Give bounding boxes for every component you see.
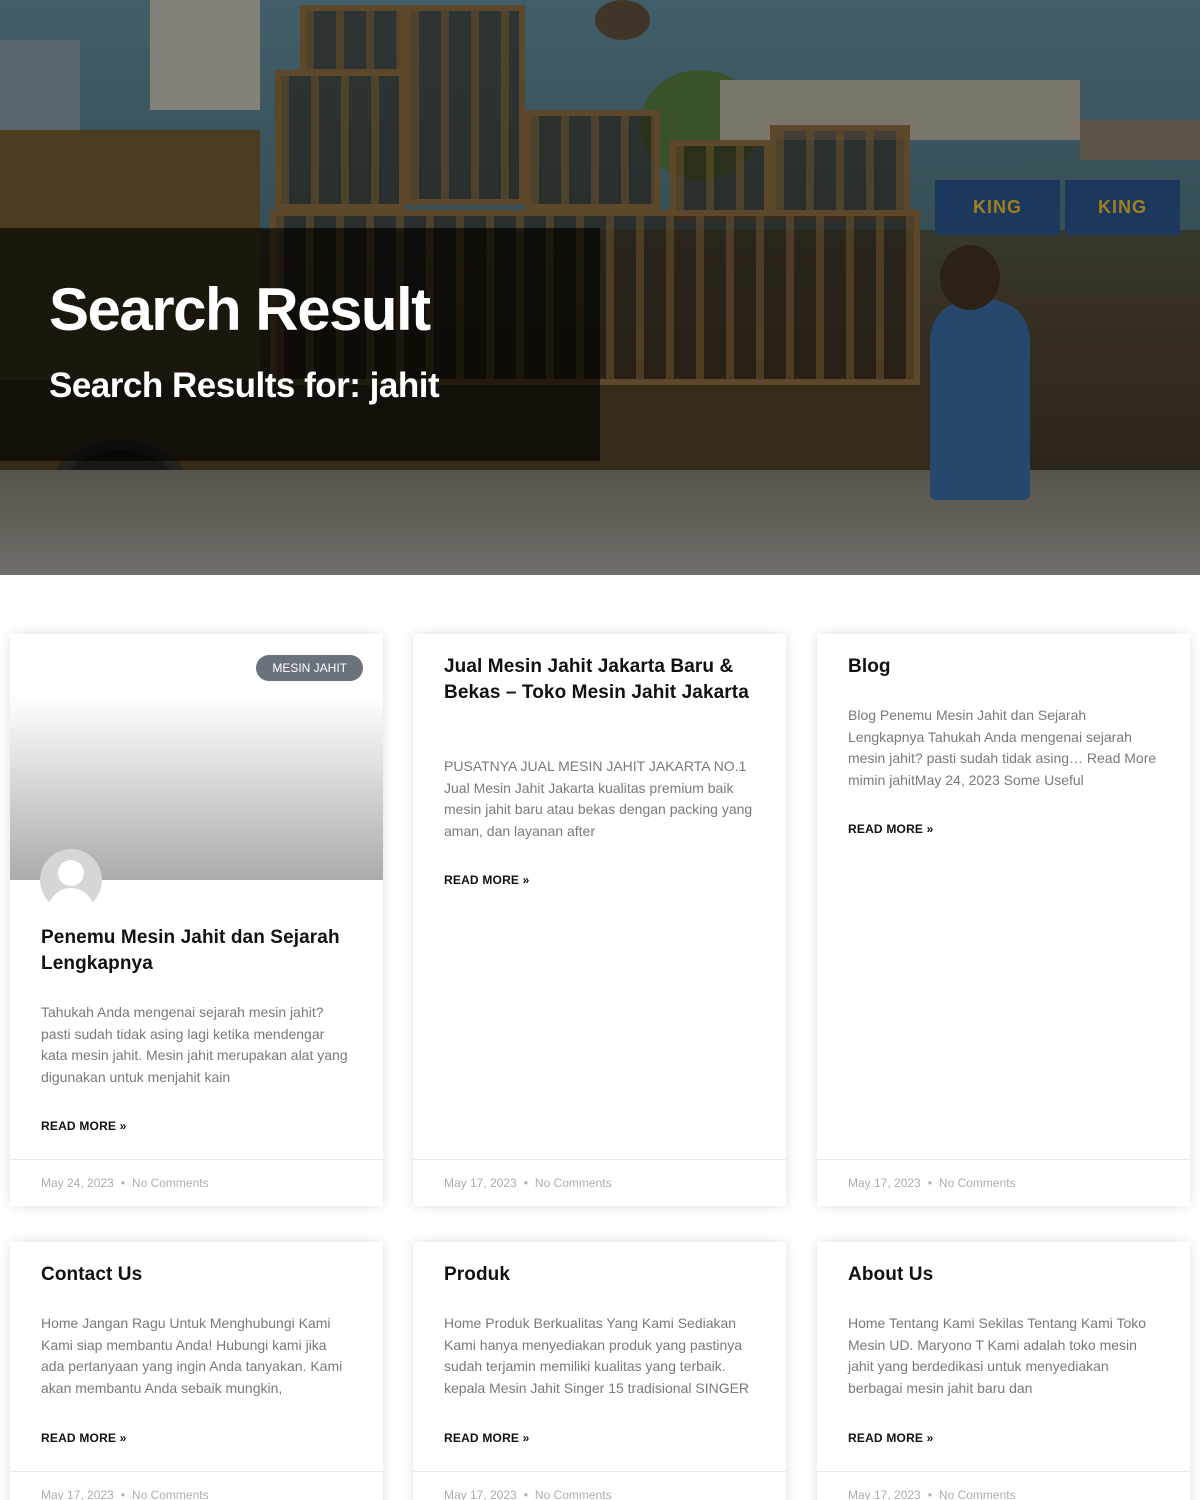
post-date: May 17, 2023: [848, 1176, 921, 1190]
post-excerpt: Tahukah Anda mengenai sejarah mesin jahi…: [41, 1004, 348, 1085]
post-card: Contact Us Home Jangan Ragu Untuk Menghu…: [10, 1242, 383, 1500]
meta-separator: •: [927, 1176, 932, 1190]
author-avatar: [40, 849, 102, 911]
post-card: Blog Blog Penemu Mesin Jahit dan Sejarah…: [817, 634, 1190, 1206]
post-title[interactable]: Produk: [444, 1262, 756, 1288]
post-comments: No Comments: [131, 1176, 209, 1190]
post-date: May 17, 2023: [848, 1488, 921, 1500]
post-meta: May 17, 2023 • No Comments: [10, 1471, 383, 1500]
post-title[interactable]: Penemu Mesin Jahit dan Sejarah Lengkapny…: [41, 925, 353, 977]
post-title[interactable]: Blog: [848, 654, 1160, 680]
avatar-body-icon: [48, 888, 94, 911]
category-badge[interactable]: MESIN JAHIT: [256, 655, 363, 681]
post-meta: May 24, 2023 • No Comments: [10, 1159, 383, 1206]
post-date: May 17, 2023: [41, 1488, 114, 1500]
post-comments: No Comments: [534, 1488, 612, 1500]
post-excerpt: Home Produk Berkualitas Yang Kami Sediak…: [444, 1315, 750, 1396]
hero-title-box: [0, 228, 600, 461]
post-meta: May 17, 2023 • No Comments: [817, 1159, 1190, 1206]
post-comments: No Comments: [938, 1176, 1016, 1190]
read-more-link[interactable]: READ MORE »: [41, 1431, 127, 1445]
post-title[interactable]: About Us: [848, 1262, 1160, 1288]
avatar-head-icon: [58, 860, 84, 886]
post-meta: May 17, 2023 • No Comments: [413, 1159, 786, 1206]
post-card: MESIN JAHIT Penemu Mesin Jahit dan Sejar…: [10, 634, 383, 1206]
search-query-heading: Search Results for: jahit: [49, 366, 440, 405]
post-date: May 17, 2023: [444, 1488, 517, 1500]
post-excerpt: Home Jangan Ragu Untuk Menghubungi Kami …: [41, 1315, 343, 1396]
post-title[interactable]: Jual Mesin Jahit Jakarta Baru & Bekas – …: [444, 654, 756, 706]
read-more-link[interactable]: READ MORE »: [41, 1119, 127, 1133]
post-meta: May 17, 2023 • No Comments: [817, 1471, 1190, 1500]
meta-separator: •: [120, 1176, 125, 1190]
meta-separator: •: [523, 1176, 528, 1190]
post-card: Jual Mesin Jahit Jakarta Baru & Bekas – …: [413, 634, 786, 1206]
meta-separator: •: [120, 1488, 125, 1500]
meta-separator: •: [523, 1488, 528, 1500]
hero-banner: KING KING Search Result Search Results f…: [0, 0, 1200, 575]
post-comments: No Comments: [131, 1488, 209, 1500]
read-more-link[interactable]: READ MORE »: [444, 873, 530, 887]
read-more-link[interactable]: READ MORE »: [848, 1431, 934, 1445]
post-comments: No Comments: [938, 1488, 1016, 1500]
post-excerpt: PUSATNYA JUAL MESIN JAHIT JAKARTA NO.1 J…: [444, 758, 753, 839]
post-excerpt: Home Tentang Kami Sekilas Tentang Kami T…: [848, 1315, 1147, 1396]
post-title[interactable]: Contact Us: [41, 1262, 353, 1288]
post-meta: May 17, 2023 • No Comments: [413, 1471, 786, 1500]
post-card: About Us Home Tentang Kami Sekilas Tenta…: [817, 1242, 1190, 1500]
post-date: May 17, 2023: [444, 1176, 517, 1190]
post-card: Produk Home Produk Berkualitas Yang Kami…: [413, 1242, 786, 1500]
post-date: May 24, 2023: [41, 1176, 114, 1190]
meta-separator: •: [927, 1488, 932, 1500]
post-comments: No Comments: [534, 1176, 612, 1190]
post-excerpt: Blog Penemu Mesin Jahit dan Sejarah Leng…: [848, 707, 1157, 788]
read-more-link[interactable]: READ MORE »: [444, 1431, 530, 1445]
page-title: Search Result: [49, 276, 431, 343]
read-more-link[interactable]: READ MORE »: [848, 822, 934, 836]
